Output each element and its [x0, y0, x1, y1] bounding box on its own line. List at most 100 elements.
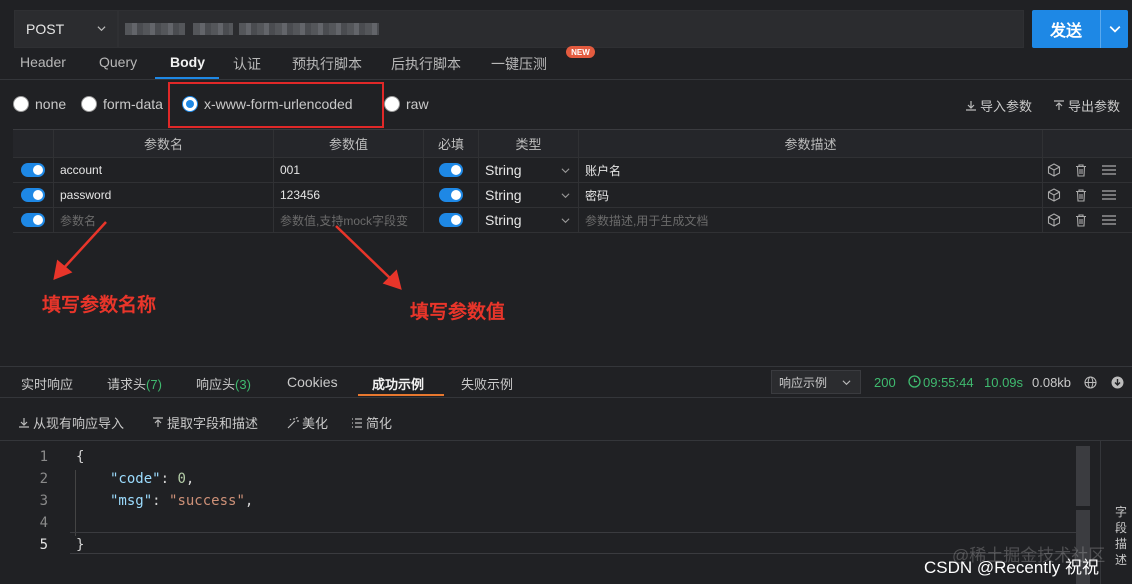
tool-label: 简化: [366, 416, 393, 431]
chevron-down-icon: [1109, 26, 1120, 33]
param-table: 参数名 参数值 必填 类型 参数描述 account 001 String 账户…: [13, 129, 1132, 233]
export-params-button[interactable]: 导出参数: [1053, 96, 1120, 115]
globe-icon[interactable]: [1084, 376, 1097, 389]
param-name[interactable]: password: [53, 183, 273, 207]
param-desc[interactable]: 密码: [578, 183, 1042, 207]
trash-icon[interactable]: [1074, 188, 1088, 202]
current-line-highlight: [70, 532, 1090, 554]
type-label: String: [485, 212, 522, 228]
annotation-value-hint: 填写参数值: [410, 302, 506, 323]
json-number: 0: [177, 471, 186, 487]
drag-handle-icon[interactable]: [1101, 188, 1117, 202]
export-params-label: 导出参数: [1068, 99, 1121, 114]
required-toggle[interactable]: [439, 163, 463, 177]
required-toggle[interactable]: [439, 213, 463, 227]
trash-icon[interactable]: [1074, 213, 1088, 227]
param-value[interactable]: 001: [273, 158, 423, 182]
magic-wand-icon: [287, 416, 299, 428]
import-params-label: 导入参数: [980, 99, 1033, 114]
scrollbar-thumb[interactable]: [1076, 506, 1090, 510]
tab-label: 请求头: [107, 377, 147, 392]
row-enable-cell: [13, 183, 53, 207]
radio-label: none: [35, 96, 67, 112]
json-string: "success": [169, 493, 245, 509]
header-actions: [1042, 130, 1132, 157]
tab-fail-example[interactable]: 失败示例: [461, 374, 513, 393]
line-number: 1: [39, 449, 48, 465]
radio-raw[interactable]: raw: [384, 96, 429, 112]
tab-realtime-response[interactable]: 实时响应: [21, 374, 73, 393]
response-example-label: 响应示例: [779, 375, 828, 390]
count-badge: (3): [235, 377, 251, 392]
header-desc: 参数描述: [578, 130, 1042, 157]
tab-response-headers[interactable]: 响应头(3): [196, 374, 251, 393]
type-select[interactable]: String: [485, 187, 578, 203]
header-name: 参数名: [53, 130, 273, 157]
tab-body[interactable]: Body: [170, 54, 205, 70]
tab-auth[interactable]: 认证: [233, 54, 261, 74]
param-desc-placeholder[interactable]: 参数描述,用于生成文档: [578, 208, 1042, 232]
code-line: {: [76, 449, 85, 465]
response-duration: 10.09s: [984, 375, 1024, 390]
response-time: 09:55:44: [923, 375, 974, 390]
import-from-response-button[interactable]: 从现有响应导入: [18, 413, 124, 432]
field-desc-toggle[interactable]: 字段描述: [1115, 504, 1129, 568]
code-line: "msg": "success",: [110, 493, 254, 509]
enable-toggle[interactable]: [21, 188, 45, 202]
cube-icon[interactable]: [1047, 188, 1061, 202]
type-select[interactable]: String: [485, 162, 578, 178]
cube-icon[interactable]: [1047, 163, 1061, 177]
active-response-tab-indicator: [358, 394, 444, 396]
method-select[interactable]: POST: [14, 10, 118, 48]
param-value-placeholder[interactable]: 参数值,支持mock字段变: [273, 208, 423, 232]
radio-none[interactable]: none: [13, 96, 66, 112]
tab-label: 响应头: [196, 377, 236, 392]
list-icon: [352, 417, 362, 428]
radio-form-data[interactable]: form-data: [81, 96, 163, 112]
line-number: 3: [39, 493, 48, 509]
param-name-placeholder[interactable]: 参数名: [53, 208, 273, 232]
tab-stress-test[interactable]: 一键压测: [491, 54, 547, 74]
param-name[interactable]: account: [53, 158, 273, 182]
type-cell: String: [478, 183, 578, 207]
simplify-button[interactable]: 简化: [351, 413, 392, 432]
chevron-down-icon: [97, 26, 106, 32]
type-select[interactable]: String: [485, 212, 578, 228]
tab-header[interactable]: Header: [20, 54, 66, 70]
download-circle-icon[interactable]: [1111, 376, 1124, 389]
cube-icon[interactable]: [1047, 213, 1061, 227]
param-value[interactable]: 123456: [273, 183, 423, 207]
enable-toggle[interactable]: [21, 163, 45, 177]
drag-handle-icon[interactable]: [1101, 213, 1117, 227]
blurred-url-segment: [193, 23, 233, 35]
clock-icon: [908, 375, 921, 388]
tool-label: 从现有响应导入: [33, 416, 125, 431]
required-cell: [423, 208, 478, 232]
radio-circle-icon: [384, 96, 400, 112]
tab-post-script[interactable]: 后执行脚本: [391, 54, 461, 74]
param-desc[interactable]: 账户名: [578, 158, 1042, 182]
enable-toggle[interactable]: [21, 213, 45, 227]
upload-icon: [1054, 99, 1064, 110]
tab-request-headers[interactable]: 请求头(7): [107, 374, 162, 393]
send-dropdown[interactable]: [1100, 10, 1128, 48]
required-toggle[interactable]: [439, 188, 463, 202]
beautify-button[interactable]: 美化: [286, 413, 328, 432]
url-input[interactable]: [118, 10, 1024, 48]
extract-fields-button[interactable]: 提取字段和描述: [152, 413, 258, 432]
tab-success-example[interactable]: 成功示例: [372, 374, 424, 393]
send-button[interactable]: 发送: [1032, 10, 1128, 48]
tab-pre-script[interactable]: 预执行脚本: [292, 54, 362, 74]
table-row-new: 参数名 参数值,支持mock字段变 String 参数描述,用于生成文档: [13, 208, 1132, 233]
chevron-down-icon: [561, 193, 570, 199]
response-example-select[interactable]: 响应示例: [771, 370, 861, 394]
drag-handle-icon[interactable]: [1101, 163, 1117, 177]
chevron-down-icon: [561, 218, 570, 224]
import-params-button[interactable]: 导入参数: [965, 96, 1032, 115]
trash-icon[interactable]: [1074, 163, 1088, 177]
tab-cookies[interactable]: Cookies: [287, 374, 338, 390]
tab-query[interactable]: Query: [99, 54, 137, 70]
json-key: "msg": [110, 493, 153, 509]
header-required: 必填: [423, 130, 478, 157]
header-type: 类型: [478, 130, 578, 157]
